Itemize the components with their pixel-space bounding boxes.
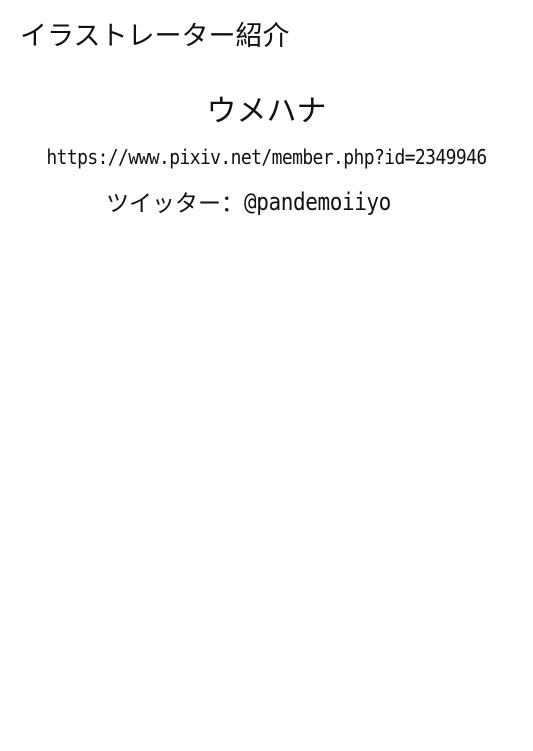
twitter-handle[interactable]: @pandemoiiyo — [244, 188, 391, 216]
artist-name: ウメハナ — [206, 94, 327, 129]
twitter-info: ツイッター：@pandemoiiyo — [106, 184, 391, 218]
pixiv-profile-link[interactable]: https://www.pixiv.net/member.php?id=2349… — [0, 146, 533, 170]
twitter-label: ツイッター： — [106, 191, 244, 217]
page-title: イラストレーター紹介 — [20, 21, 290, 52]
